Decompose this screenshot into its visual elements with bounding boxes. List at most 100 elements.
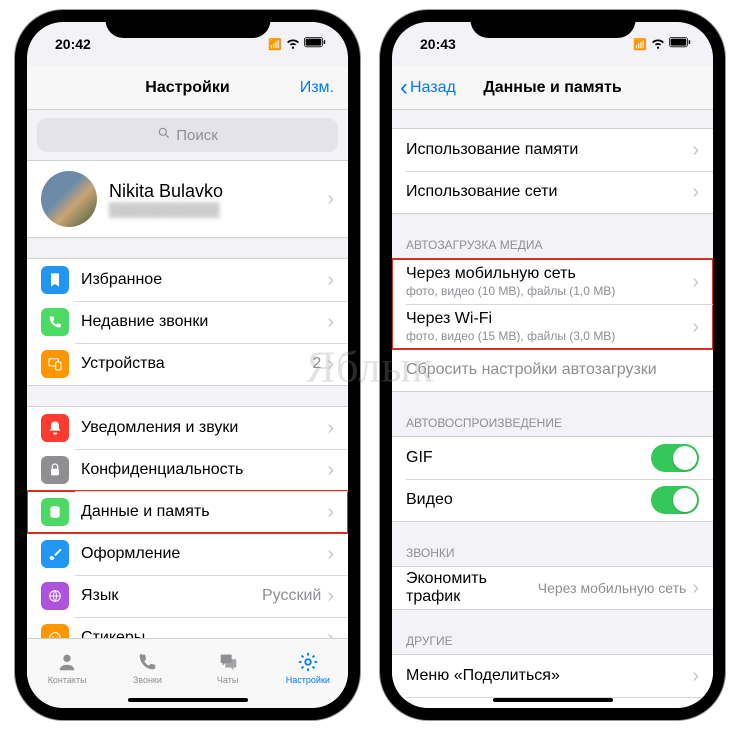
chevron-right-icon: ›: [327, 418, 334, 438]
toggle-on[interactable]: [651, 486, 699, 514]
devices-icon: [41, 350, 69, 378]
wifi-icon: [651, 36, 665, 53]
sublabel: фото, видео (10 MB), файлы (1,0 MB): [406, 284, 692, 298]
cellular-row[interactable]: Через мобильную сеть фото, видео (10 MB)…: [392, 259, 713, 304]
profile-row[interactable]: Nikita Bulavko ████████████ ›: [27, 160, 348, 238]
search-icon: [157, 126, 171, 144]
back-label: Назад: [410, 79, 456, 97]
back-button[interactable]: ‹ Назад: [400, 74, 456, 102]
home-indicator: [128, 698, 248, 702]
globe-icon: [41, 582, 69, 610]
notch: [470, 10, 635, 38]
navbar: ‹ Назад Данные и память: [392, 66, 713, 110]
network-usage-row[interactable]: Использование сети ›: [392, 171, 713, 213]
chevron-right-icon: ›: [327, 270, 334, 290]
search-placeholder: Поиск: [176, 127, 218, 144]
section-header-other: ДРУГИЕ: [392, 630, 713, 654]
bookmark-icon: [41, 266, 69, 294]
chevron-right-icon: ›: [692, 140, 699, 160]
label: Избранное: [81, 271, 327, 289]
lock-icon: [41, 456, 69, 484]
chevron-left-icon: ‹: [400, 74, 408, 102]
status-time: 20:42: [55, 36, 91, 52]
share-menu-row[interactable]: Меню «Поделиться» ›: [392, 655, 713, 697]
wifi-icon: [286, 36, 300, 53]
label: Устройства: [81, 355, 312, 373]
label: Меню «Поделиться»: [406, 667, 692, 685]
label: Через мобильную сеть: [406, 265, 692, 283]
label: Язык: [81, 587, 262, 605]
label: Видео: [406, 491, 651, 509]
chevron-right-icon: ›: [327, 502, 334, 522]
recent-calls-row[interactable]: Недавние звонки ›: [27, 301, 348, 343]
label: GIF: [406, 449, 651, 467]
chevron-right-icon: ›: [692, 578, 699, 598]
language-value: Русский: [262, 587, 321, 605]
label: Уведомления и звуки: [81, 419, 327, 437]
gear-icon: [296, 651, 320, 673]
chevron-right-icon: ›: [692, 317, 699, 337]
section-header-calls: ЗВОНКИ: [392, 542, 713, 566]
chats-icon: [216, 651, 240, 673]
tab-label: Звонки: [133, 675, 162, 685]
toggle-on[interactable]: [651, 444, 699, 472]
search-input[interactable]: Поиск: [37, 118, 338, 152]
phone-right: 20:43 📶 ‹ Назад Данные и память Использо…: [380, 10, 725, 720]
brush-icon: [41, 540, 69, 568]
label: Конфиденциальность: [81, 461, 327, 479]
tab-settings[interactable]: Настройки: [268, 639, 348, 696]
chevron-right-icon: ›: [692, 272, 699, 292]
chevron-right-icon: ›: [327, 586, 334, 606]
edit-button[interactable]: Изм.: [300, 79, 334, 97]
data-storage-row[interactable]: Данные и память ›: [27, 491, 348, 533]
avatar: [41, 171, 97, 227]
chevron-right-icon: ›: [327, 460, 334, 480]
devices-count: 2: [312, 355, 321, 373]
tab-label: Настройки: [286, 675, 330, 685]
devices-row[interactable]: Устройства 2 ›: [27, 343, 348, 385]
phone-icon: [41, 308, 69, 336]
label: Данные и память: [81, 503, 327, 521]
chevron-right-icon: ›: [692, 182, 699, 202]
language-row[interactable]: Язык Русский ›: [27, 575, 348, 617]
signal-icon: 📶: [633, 38, 647, 51]
section-header-autodownload: АВТОЗАГРУЗКА МЕДИА: [392, 234, 713, 258]
chevron-right-icon: ›: [327, 354, 334, 374]
label: Использование памяти: [406, 141, 692, 159]
chevron-right-icon: ›: [692, 666, 699, 686]
label: Использование сети: [406, 183, 692, 201]
navbar: Настройки Изм.: [27, 66, 348, 110]
tab-contacts[interactable]: Контакты: [27, 639, 107, 696]
tab-label: Чаты: [217, 675, 238, 685]
section-header-autoplay: АВТОВОСПРОИЗВЕДЕНИЕ: [392, 412, 713, 436]
tab-chats[interactable]: Чаты: [188, 639, 268, 696]
person-icon: [55, 651, 79, 673]
battery-icon: [304, 37, 326, 51]
label: Через Wi-Fi: [406, 310, 692, 328]
label: Экономить трафик: [406, 570, 538, 606]
label: Оформление: [81, 545, 327, 563]
phone-left: 20:42 📶 Настройки Изм. Поиск: [15, 10, 360, 720]
wifi-row[interactable]: Через Wi-Fi фото, видео (15 MB), файлы (…: [392, 304, 713, 349]
bell-icon: [41, 414, 69, 442]
database-icon: [41, 498, 69, 526]
page-title: Настройки: [145, 79, 229, 97]
gif-autoplay-row[interactable]: GIF: [392, 437, 713, 479]
tab-calls[interactable]: Звонки: [107, 639, 187, 696]
reset-autodownload-row[interactable]: Сбросить настройки автозагрузки: [392, 349, 713, 391]
notifications-row[interactable]: Уведомления и звуки ›: [27, 407, 348, 449]
phone-icon: [135, 651, 159, 673]
storage-usage-row[interactable]: Использование памяти ›: [392, 129, 713, 171]
privacy-row[interactable]: Конфиденциальность ›: [27, 449, 348, 491]
video-autoplay-row[interactable]: Видео: [392, 479, 713, 521]
appearance-row[interactable]: Оформление ›: [27, 533, 348, 575]
label: Сбросить настройки автозагрузки: [406, 361, 699, 379]
saved-messages-row[interactable]: Избранное ›: [27, 259, 348, 301]
sublabel: фото, видео (15 MB), файлы (3,0 MB): [406, 329, 692, 343]
data-saver-row[interactable]: Экономить трафик Через мобильную сеть ›: [392, 567, 713, 609]
chevron-right-icon: ›: [327, 189, 334, 209]
signal-icon: 📶: [268, 38, 282, 51]
notch: [105, 10, 270, 38]
value: Через мобильную сеть: [538, 580, 687, 596]
label: Недавние звонки: [81, 313, 327, 331]
